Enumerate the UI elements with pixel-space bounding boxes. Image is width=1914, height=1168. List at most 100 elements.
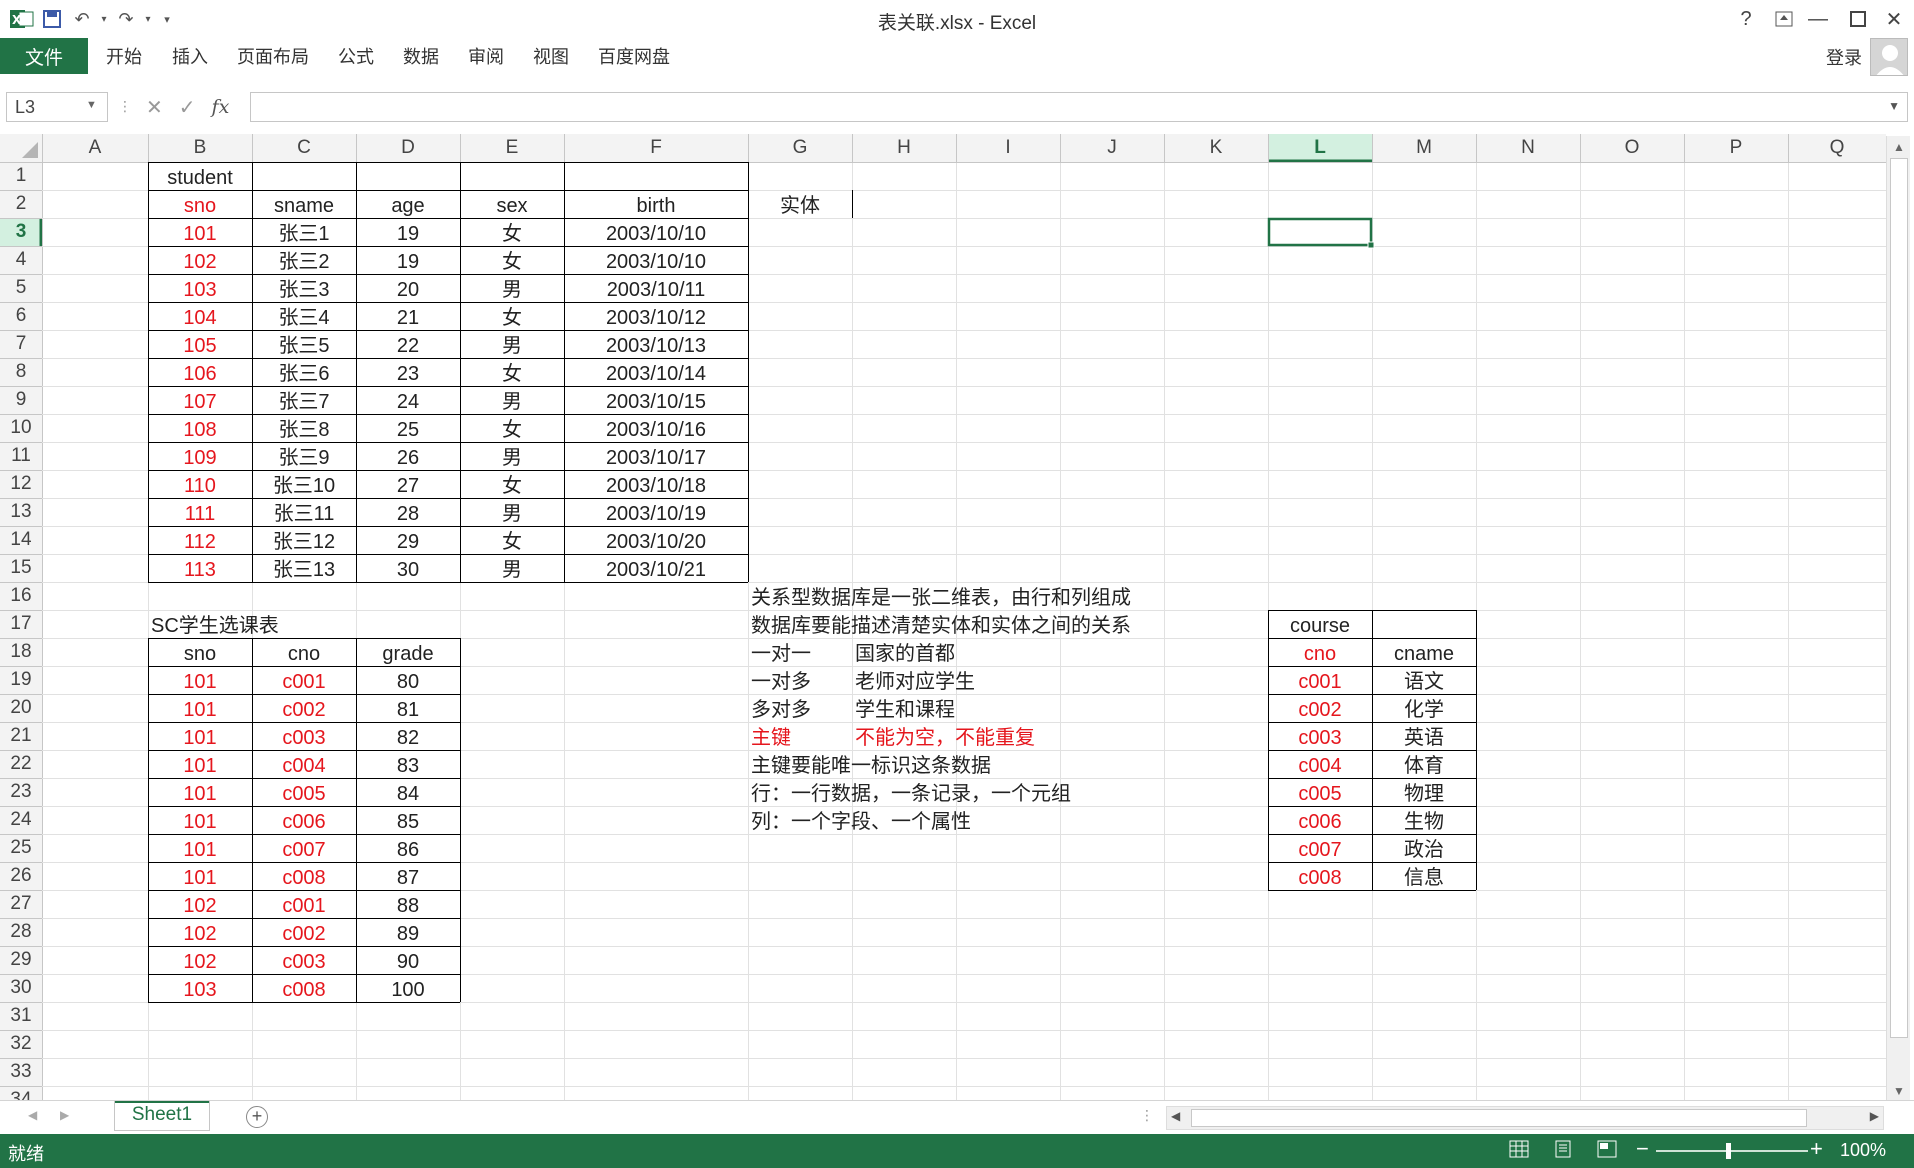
zoom-out-icon[interactable]: − xyxy=(1636,1136,1649,1162)
horizontal-scrollbar[interactable]: ◀ ▶ xyxy=(1166,1106,1884,1130)
column-header-M[interactable]: M xyxy=(1372,134,1476,162)
row-header-18[interactable]: 18 xyxy=(0,638,42,666)
normal-view-icon[interactable] xyxy=(1508,1140,1530,1162)
formula-input[interactable] xyxy=(250,92,1908,122)
zoom-in-icon[interactable]: + xyxy=(1810,1136,1823,1162)
sheet-tab-sheet1[interactable]: Sheet1 xyxy=(114,1101,210,1131)
column-header-A[interactable]: A xyxy=(42,134,148,162)
scroll-left-icon[interactable]: ◀ xyxy=(1171,1109,1180,1123)
row-header-8[interactable]: 8 xyxy=(0,358,42,386)
add-sheet-icon[interactable]: + xyxy=(246,1106,268,1128)
scroll-down-icon[interactable]: ▼ xyxy=(1887,1084,1911,1098)
column-header-N[interactable]: N xyxy=(1476,134,1580,162)
column-header-K[interactable]: K xyxy=(1164,134,1268,162)
scroll-right-icon[interactable]: ▶ xyxy=(1870,1109,1879,1123)
close-icon[interactable]: ✕ xyxy=(1874,4,1914,34)
confirm-formula-icon[interactable]: ✓ xyxy=(179,95,196,120)
page-break-view-icon[interactable] xyxy=(1596,1140,1618,1162)
row-header-7[interactable]: 7 xyxy=(0,330,42,358)
tab-split-grip-icon[interactable]: ⋮ xyxy=(1140,1107,1154,1124)
tab-insert[interactable]: 插入 xyxy=(172,38,208,74)
row-header-2[interactable]: 2 xyxy=(0,190,42,218)
row-header-13[interactable]: 13 xyxy=(0,498,42,526)
row-header-29[interactable]: 29 xyxy=(0,946,42,974)
horizontal-scroll-thumb[interactable] xyxy=(1191,1109,1807,1127)
tab-review[interactable]: 审阅 xyxy=(468,38,504,74)
row-header-1[interactable]: 1 xyxy=(0,162,42,190)
row-header-6[interactable]: 6 xyxy=(0,302,42,330)
row-header-16[interactable]: 16 xyxy=(0,582,42,610)
zoom-level[interactable]: 100% xyxy=(1840,1140,1886,1161)
next-sheet-icon[interactable]: ▶ xyxy=(60,1108,69,1122)
name-box-dropdown-icon[interactable]: ▼ xyxy=(86,99,97,111)
login-link[interactable]: 登录 xyxy=(1826,44,1862,70)
row-header-14[interactable]: 14 xyxy=(0,526,42,554)
row-header-4[interactable]: 4 xyxy=(0,246,42,274)
row-header-31[interactable]: 31 xyxy=(0,1002,42,1030)
row-header-11[interactable]: 11 xyxy=(0,442,42,470)
expand-formula-bar-icon[interactable]: ▼ xyxy=(1888,99,1900,113)
tab-file[interactable]: 文件 xyxy=(0,38,88,74)
save-icon[interactable] xyxy=(38,6,66,32)
vertical-scrollbar[interactable]: ▲ ▼ xyxy=(1886,136,1910,1102)
tab-view[interactable]: 视图 xyxy=(533,38,569,74)
minimize-icon[interactable]: — xyxy=(1798,4,1838,34)
tab-baidu-netdisk[interactable]: 百度网盘 xyxy=(598,38,670,74)
row-header-24[interactable]: 24 xyxy=(0,806,42,834)
redo-dropdown-icon[interactable]: ▾ xyxy=(142,6,154,32)
tab-formulas[interactable]: 公式 xyxy=(338,38,374,74)
excel-logo-icon[interactable]: X xyxy=(8,6,36,32)
row-header-12[interactable]: 12 xyxy=(0,470,42,498)
column-header-F[interactable]: F xyxy=(564,134,748,162)
column-header-G[interactable]: G xyxy=(748,134,852,162)
column-header-P[interactable]: P xyxy=(1684,134,1788,162)
worksheet-grid[interactable]: A B C D E F G H I J K L M N O P Q 1 2 3 4 5 6 7 8 9 10 11 12 13 14 15 16… xyxy=(0,134,1914,1100)
row-header-3[interactable]: 3 xyxy=(0,218,42,246)
row-header-19[interactable]: 19 xyxy=(0,666,42,694)
page-layout-view-icon[interactable] xyxy=(1552,1140,1574,1162)
user-avatar-icon[interactable] xyxy=(1870,38,1908,76)
row-header-17[interactable]: 17 xyxy=(0,610,42,638)
column-header-C[interactable]: C xyxy=(252,134,356,162)
column-header-E[interactable]: E xyxy=(460,134,564,162)
row-header-23[interactable]: 23 xyxy=(0,778,42,806)
column-header-I[interactable]: I xyxy=(956,134,1060,162)
row-header-20[interactable]: 20 xyxy=(0,694,42,722)
redo-icon[interactable]: ↷ xyxy=(112,6,140,32)
row-header-9[interactable]: 9 xyxy=(0,386,42,414)
column-header-O[interactable]: O xyxy=(1580,134,1684,162)
tab-data[interactable]: 数据 xyxy=(403,38,439,74)
row-header-21[interactable]: 21 xyxy=(0,722,42,750)
column-header-L[interactable]: L xyxy=(1268,134,1372,162)
maximize-icon[interactable] xyxy=(1838,4,1878,34)
customize-qat-icon[interactable]: ▾ xyxy=(156,6,178,32)
tab-home[interactable]: 开始 xyxy=(106,38,142,74)
row-header-25[interactable]: 25 xyxy=(0,834,42,862)
vertical-scroll-thumb[interactable] xyxy=(1890,158,1908,1038)
row-header-33[interactable]: 33 xyxy=(0,1058,42,1086)
row-header-32[interactable]: 32 xyxy=(0,1030,42,1058)
zoom-slider[interactable] xyxy=(1656,1150,1808,1152)
scroll-up-icon[interactable]: ▲ xyxy=(1887,140,1911,154)
row-header-34[interactable]: 34 xyxy=(0,1086,42,1100)
insert-function-button[interactable]: fx xyxy=(212,96,230,118)
row-header-30[interactable]: 30 xyxy=(0,974,42,1002)
undo-icon[interactable]: ↶ xyxy=(68,6,96,32)
undo-dropdown-icon[interactable]: ▾ xyxy=(98,6,110,32)
column-header-D[interactable]: D xyxy=(356,134,460,162)
help-button[interactable]: ? xyxy=(1726,4,1766,34)
zoom-slider-thumb[interactable] xyxy=(1726,1143,1731,1159)
column-header-Q[interactable]: Q xyxy=(1788,134,1886,162)
tab-page-layout[interactable]: 页面布局 xyxy=(237,38,309,74)
column-header-H[interactable]: H xyxy=(852,134,956,162)
prev-sheet-icon[interactable]: ◀ xyxy=(28,1108,37,1122)
row-header-26[interactable]: 26 xyxy=(0,862,42,890)
row-header-22[interactable]: 22 xyxy=(0,750,42,778)
row-header-27[interactable]: 27 xyxy=(0,890,42,918)
column-header-J[interactable]: J xyxy=(1060,134,1164,162)
row-header-28[interactable]: 28 xyxy=(0,918,42,946)
column-header-B[interactable]: B xyxy=(148,134,252,162)
row-header-15[interactable]: 15 xyxy=(0,554,42,582)
row-header-5[interactable]: 5 xyxy=(0,274,42,302)
cancel-formula-icon[interactable]: ✕ xyxy=(146,95,163,120)
